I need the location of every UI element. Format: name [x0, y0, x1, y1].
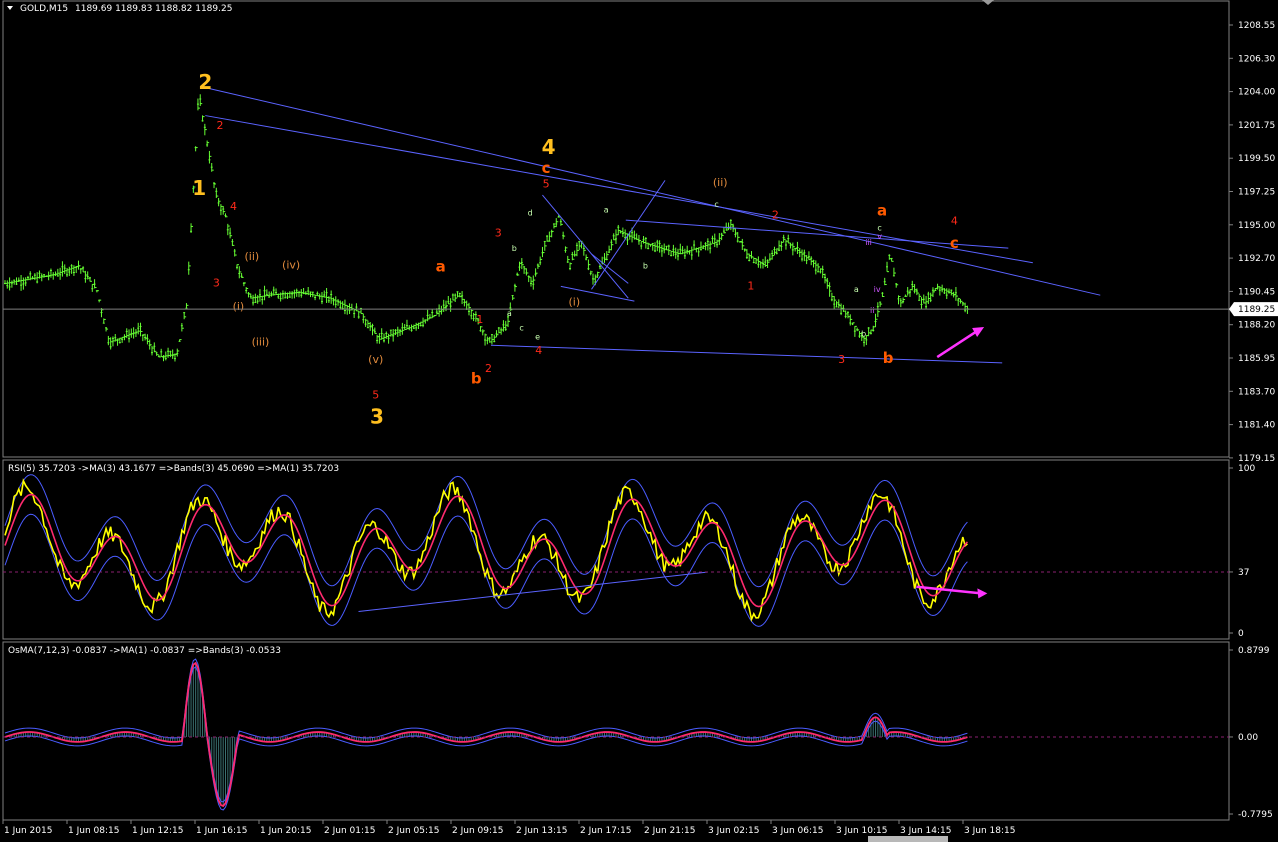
- wave-label-green: b: [861, 329, 866, 338]
- wave-label-red: 3: [838, 353, 845, 366]
- time-tick-label: 2 Jun 09:15: [452, 826, 503, 836]
- current-price-value: 1189.25: [1238, 305, 1275, 315]
- time-tick-label: 2 Jun 17:15: [580, 826, 631, 836]
- osma-tick-label: 0.8799: [1238, 646, 1270, 656]
- rsi-tick-label: 37: [1238, 568, 1249, 578]
- wave-label-minor: (ii): [713, 176, 728, 189]
- time-tick-label: 2 Jun 05:15: [388, 826, 439, 836]
- wave-label-magenta: iv: [874, 285, 881, 294]
- wave-label-minor: (i): [233, 300, 245, 313]
- wave-label-minor: (ii): [245, 250, 260, 263]
- wave-label-minor: (iii): [252, 335, 270, 348]
- wave-label-minor: (i): [568, 296, 580, 309]
- time-tick-label: 1 Jun 20:15: [260, 826, 311, 836]
- wave-label-red: 2: [485, 362, 492, 375]
- price-tick-label: 1188.20: [1238, 321, 1275, 331]
- time-tick-label: 3 Jun 14:15: [900, 826, 951, 836]
- wave-label-major: 4: [542, 135, 556, 159]
- chart-background: [0, 0, 1278, 842]
- wave-label-orange: b: [471, 370, 482, 388]
- price-tick-label: 1195.00: [1238, 221, 1275, 231]
- wave-label-green: b: [643, 262, 648, 271]
- time-tick-label: 3 Jun 02:15: [708, 826, 759, 836]
- rsi-legend: RSI(5) 35.7203 ->MA(3) 43.1677 =>Bands(3…: [8, 464, 339, 474]
- rsi-tick-label: 0: [1238, 629, 1244, 639]
- price-tick-label: 1185.95: [1238, 354, 1275, 364]
- price-tick-label: 1190.45: [1238, 287, 1275, 297]
- time-tick-label: 3 Jun 10:15: [836, 826, 887, 836]
- wave-label-magenta: v: [877, 232, 882, 241]
- price-tick-label: 1192.70: [1238, 254, 1275, 264]
- symbol-label: GOLD,M15: [20, 4, 68, 14]
- wave-label-major: 2: [198, 70, 212, 94]
- wave-label-magenta: iii: [865, 238, 872, 247]
- wave-label-red: 5: [543, 178, 550, 191]
- price-tick-label: 1201.75: [1238, 121, 1275, 131]
- price-tick-label: 1181.40: [1238, 421, 1275, 431]
- time-tick-label: 3 Jun 06:15: [772, 826, 823, 836]
- scroll-indicator[interactable]: [868, 836, 948, 842]
- wave-label-green: b: [512, 244, 517, 253]
- wave-label-red: 3: [495, 226, 502, 239]
- time-tick-label: 1 Jun 08:15: [68, 826, 119, 836]
- wave-label-orange: c: [950, 234, 959, 252]
- osma-legend: OsMA(7,12,3) -0.0837 ->MA(1) -0.0837 =>B…: [8, 646, 281, 656]
- wave-label-green: c: [519, 324, 523, 333]
- wave-label-red: 3: [213, 276, 220, 289]
- wave-label-green: d: [528, 209, 533, 218]
- wave-label-red: 1: [476, 313, 483, 326]
- wave-label-green: e: [535, 332, 540, 341]
- time-tick-label: 3 Jun 18:15: [964, 826, 1015, 836]
- time-tick-label: 1 Jun 16:15: [196, 826, 247, 836]
- wave-label-green: a: [604, 206, 609, 215]
- wave-label-red: 5: [372, 388, 379, 401]
- wave-label-red: 1: [747, 279, 754, 292]
- wave-label-orange: b: [883, 349, 894, 367]
- osma-tick-label: 0.00: [1238, 733, 1258, 743]
- wave-label-minor: (iv): [282, 259, 300, 272]
- wave-label-red: 4: [230, 200, 237, 213]
- ohlc-label: 1189.69 1189.83 1188.82 1189.25: [75, 4, 232, 14]
- price-tick-label: 1179.15: [1238, 454, 1275, 464]
- time-tick-label: 2 Jun 01:15: [324, 826, 375, 836]
- price-tick-label: 1197.25: [1238, 188, 1275, 198]
- wave-label-green: a: [854, 285, 859, 294]
- wave-label-red: 2: [217, 119, 224, 132]
- price-tick-label: 1183.70: [1238, 387, 1275, 397]
- price-tick-label: 1199.50: [1238, 154, 1275, 164]
- wave-label-orange: a: [436, 258, 446, 276]
- price-tick-label: 1206.30: [1238, 54, 1275, 64]
- chart-canvas[interactable]: 21342435123541234abcabc(ii)(iv)(i)(iii)(…: [0, 0, 1278, 842]
- wave-label-green: c: [877, 223, 881, 232]
- wave-label-red: 2: [772, 209, 779, 222]
- wave-label-green: a: [507, 309, 512, 318]
- wave-label-magenta: ii: [870, 306, 874, 315]
- wave-label-orange: c: [542, 159, 551, 177]
- time-tick-label: 1 Jun 12:15: [132, 826, 183, 836]
- wave-label-orange: a: [877, 202, 887, 220]
- wave-label-minor: (v): [368, 353, 383, 366]
- price-tick-label: 1208.55: [1238, 21, 1275, 31]
- price-tick-label: 1204.00: [1238, 88, 1275, 98]
- time-tick-label: 2 Jun 13:15: [516, 826, 567, 836]
- wave-label-red: 4: [535, 344, 542, 357]
- time-tick-label: 1 Jun 2015: [4, 826, 52, 836]
- wave-label-red: 4: [951, 215, 958, 228]
- wave-label-major: 3: [370, 404, 384, 428]
- osma-tick-label: -0.7795: [1238, 810, 1273, 820]
- time-tick-label: 2 Jun 21:15: [644, 826, 695, 836]
- wave-label-green: c: [714, 200, 718, 209]
- rsi-tick-label: 100: [1238, 464, 1255, 474]
- wave-label-major: 1: [192, 176, 206, 200]
